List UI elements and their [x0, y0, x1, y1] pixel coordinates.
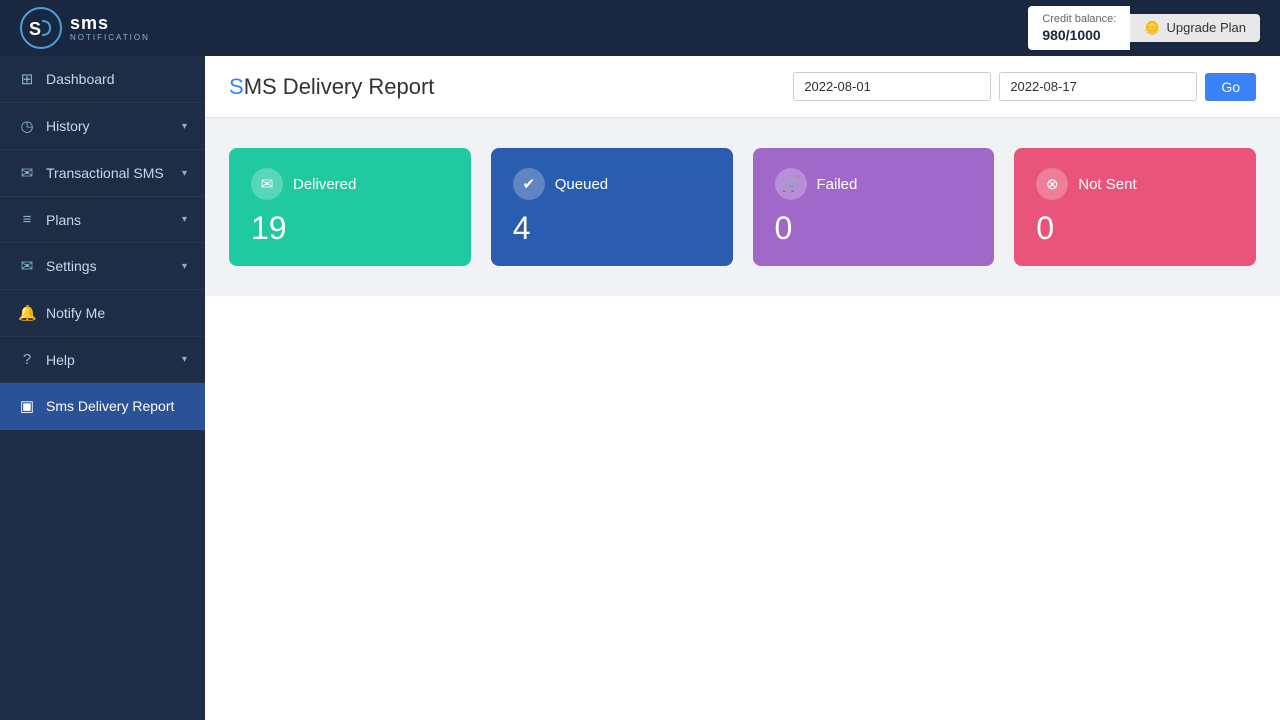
sidebar-item-help[interactable]: ? Help ▾	[0, 337, 205, 383]
sidebar: ⊞ Dashboard ◷ History ▾ ✉ Transactional …	[0, 56, 205, 720]
topbar: S sms NOTIFICATION Credit balance: 980/1…	[0, 0, 1280, 56]
logo-notification-label: NOTIFICATION	[70, 34, 150, 43]
transactional-icon: ✉	[18, 164, 36, 182]
stats-area: ✉ Delivered 19 ✔ Queued 4	[205, 118, 1280, 296]
sidebar-item-sms-delivery-report[interactable]: ▣ Sms Delivery Report	[0, 383, 205, 430]
notify-icon: 🔔	[18, 304, 36, 322]
credit-balance-box: Credit balance: 980/1000	[1028, 6, 1130, 50]
sidebar-item-transactional-sms[interactable]: ✉ Transactional SMS ▾	[0, 150, 205, 197]
delivered-label: Delivered	[293, 176, 356, 193]
not-sent-label: Not Sent	[1078, 176, 1136, 193]
logo-text: sms NOTIFICATION	[70, 14, 150, 43]
page-title: SMS Delivery Report	[229, 74, 434, 100]
dashboard-icon: ⊞	[18, 70, 36, 88]
sidebar-item-label: Transactional SMS	[46, 165, 164, 181]
delivery-report-icon: ▣	[18, 397, 36, 415]
logo-sms-label: sms	[70, 14, 150, 34]
sidebar-item-label: Dashboard	[46, 71, 115, 87]
sidebar-item-notify-me[interactable]: 🔔 Notify Me	[0, 290, 205, 337]
stat-card-queued: ✔ Queued 4	[491, 148, 733, 266]
upgrade-label: Upgrade Plan	[1167, 20, 1247, 35]
delivered-value: 19	[251, 212, 449, 244]
page-header: SMS Delivery Report Go	[205, 56, 1280, 118]
chevron-icon: ▾	[182, 121, 187, 132]
logo: S sms NOTIFICATION	[20, 7, 150, 49]
chevron-icon: ▾	[182, 168, 187, 179]
stat-card-failed: 🛒 Failed 0	[753, 148, 995, 266]
stat-card-not-sent: ⊗ Not Sent 0	[1014, 148, 1256, 266]
chevron-icon: ▾	[182, 214, 187, 225]
delivered-icon: ✉	[251, 168, 283, 200]
sidebar-item-dashboard[interactable]: ⊞ Dashboard	[0, 56, 205, 103]
sidebar-item-history[interactable]: ◷ History ▾	[0, 103, 205, 150]
sidebar-item-label: Settings	[46, 258, 97, 274]
svg-text:S: S	[29, 19, 41, 39]
sidebar-item-label: History	[46, 118, 90, 134]
help-icon: ?	[18, 351, 36, 368]
chevron-icon: ▾	[182, 354, 187, 365]
not-sent-value: 0	[1036, 212, 1234, 244]
queued-value: 4	[513, 212, 711, 244]
settings-icon: ✉	[18, 257, 36, 275]
stats-panel: ✉ Delivered 19 ✔ Queued 4	[205, 118, 1280, 720]
topbar-right: Credit balance: 980/1000 🪙 Upgrade Plan	[1028, 6, 1260, 50]
go-button[interactable]: Go	[1205, 73, 1256, 101]
failed-value: 0	[775, 212, 973, 244]
date-filter: Go	[793, 72, 1256, 101]
date-to-input[interactable]	[999, 72, 1197, 101]
sidebar-item-plans[interactable]: ≡ Plans ▾	[0, 197, 205, 243]
date-from-input[interactable]	[793, 72, 991, 101]
credit-value: 980/1000	[1042, 26, 1116, 44]
sidebar-item-label: Plans	[46, 212, 81, 228]
failed-icon: 🛒	[775, 168, 807, 200]
logo-icon: S	[20, 7, 62, 49]
title-rest: MS Delivery Report	[244, 74, 435, 99]
queued-label: Queued	[555, 176, 608, 193]
upgrade-icon: 🪙	[1144, 20, 1160, 36]
plans-icon: ≡	[18, 211, 36, 228]
sidebar-item-label: Help	[46, 352, 75, 368]
sidebar-item-label: Notify Me	[46, 305, 105, 321]
history-icon: ◷	[18, 117, 36, 135]
not-sent-icon: ⊗	[1036, 168, 1068, 200]
chevron-icon: ▾	[182, 261, 187, 272]
sidebar-item-settings[interactable]: ✉ Settings ▾	[0, 243, 205, 290]
credit-label: Credit balance:	[1042, 12, 1116, 26]
upgrade-plan-button[interactable]: 🪙 Upgrade Plan	[1130, 14, 1260, 42]
queued-icon: ✔	[513, 168, 545, 200]
failed-label: Failed	[817, 176, 858, 193]
stats-grid: ✉ Delivered 19 ✔ Queued 4	[229, 148, 1256, 266]
content-area: SMS Delivery Report Go ✉ Delivered	[205, 56, 1280, 720]
title-s: S	[229, 74, 244, 99]
main-layout: ⊞ Dashboard ◷ History ▾ ✉ Transactional …	[0, 56, 1280, 720]
sidebar-item-label: Sms Delivery Report	[46, 398, 174, 414]
stat-card-delivered: ✉ Delivered 19	[229, 148, 471, 266]
